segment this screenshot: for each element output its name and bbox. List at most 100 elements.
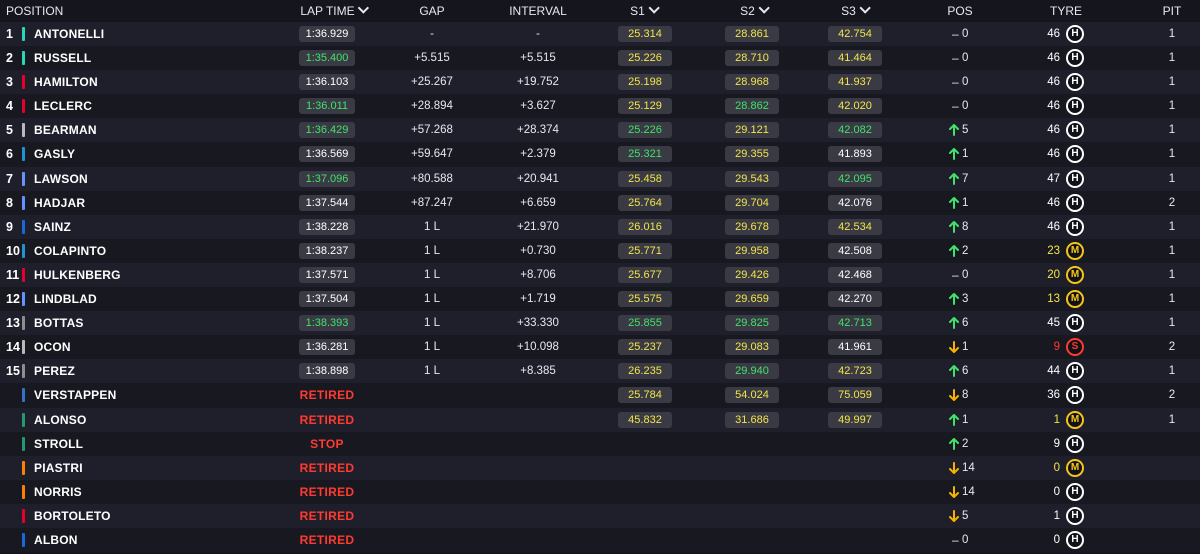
- table-row[interactable]: 4 LECLERC 1:36.011 +28.894 +3.627 25.129 28.86…: [0, 94, 1200, 119]
- driver-name[interactable]: HAMILTON: [34, 70, 98, 94]
- driver-name[interactable]: HULKENBERG: [34, 263, 121, 287]
- table-row[interactable]: STROLL STOP 2 9 H: [0, 431, 1200, 456]
- header-position[interactable]: POSITION: [6, 0, 63, 22]
- header-s1[interactable]: S1: [630, 0, 660, 22]
- arrow-down-icon: [948, 341, 960, 354]
- driver-name[interactable]: SAINZ: [34, 215, 71, 239]
- driver-name[interactable]: ANTONELLI: [34, 22, 104, 46]
- team-color-bar: [22, 243, 25, 258]
- driver-name[interactable]: BEARMAN: [34, 118, 97, 142]
- pit-stops: 1: [1168, 148, 1176, 161]
- driver-name[interactable]: BOTTAS: [34, 311, 84, 335]
- driver-name[interactable]: GASLY: [34, 142, 75, 166]
- position-change: 0: [962, 28, 969, 40]
- header-pos[interactable]: POS: [947, 0, 972, 22]
- table-row[interactable]: ALONSO RETIRED 45.832 31.686 49.997 1 1 M 1: [0, 407, 1200, 432]
- table-row[interactable]: 14 OCON 1:36.281 1 L +10.098 25.237 29.083 41.9…: [0, 335, 1200, 360]
- s1-time: 25.237: [618, 339, 672, 356]
- arrow-up-icon: [948, 148, 960, 161]
- tyre-age: 45: [1047, 317, 1060, 330]
- table-row[interactable]: ALBON RETIRED –0 0 H: [0, 527, 1200, 553]
- table-header: POSITION LAP TIME GAP INTERVAL S1 S2 S3 …: [0, 0, 1200, 22]
- driver-name[interactable]: ALONSO: [34, 408, 87, 432]
- table-row[interactable]: 2 RUSSELL 1:35.400 +5.515 +5.515 25.226 28.710…: [0, 46, 1200, 71]
- tyre-hard-icon: H: [1066, 169, 1084, 188]
- header-gap[interactable]: GAP: [419, 0, 444, 22]
- team-color-bar: [22, 51, 25, 66]
- table-row[interactable]: VERSTAPPEN RETIRED 25.784 54.024 75.059 8 36 H 2: [0, 383, 1200, 408]
- driver-name[interactable]: ALBON: [34, 528, 78, 552]
- header-interval[interactable]: INTERVAL: [509, 0, 567, 22]
- driver-name[interactable]: LINDBLAD: [34, 287, 97, 311]
- table-row[interactable]: 3 HAMILTON 1:36.103 +25.267 +19.752 25.198 28.…: [0, 70, 1200, 95]
- driver-name[interactable]: STROLL: [34, 432, 83, 456]
- position-number: 10: [6, 243, 20, 258]
- s2-time: 29.678: [725, 218, 779, 235]
- s3-time: 42.508: [828, 242, 882, 259]
- pit-stops: 1: [1168, 365, 1176, 378]
- driver-name[interactable]: NORRIS: [34, 480, 82, 504]
- table-row[interactable]: 12 LINDBLAD 1:37.504 1 L +1.719 25.575 29.659 4…: [0, 287, 1200, 312]
- arrow-up-icon: [948, 124, 960, 137]
- header-pit[interactable]: PIT: [1163, 0, 1182, 22]
- interval-value: +20.941: [517, 172, 559, 185]
- lap-time: 1:38.393: [299, 315, 355, 332]
- team-color-bar: [22, 99, 25, 114]
- table-row[interactable]: 10 COLAPINTO 1:38.237 1 L +0.730 25.771 29.958…: [0, 238, 1200, 263]
- header-tyre[interactable]: TYRE: [1050, 0, 1082, 22]
- lap-time: 1:38.237: [299, 242, 355, 259]
- tyre-hard-icon: H: [1066, 386, 1084, 405]
- driver-name[interactable]: PIASTRI: [34, 456, 83, 480]
- arrow-down-icon: [948, 389, 960, 402]
- driver-name[interactable]: VERSTAPPEN: [34, 383, 116, 407]
- status-label: RETIRED: [299, 508, 355, 523]
- driver-name[interactable]: BORTOLETO: [34, 504, 111, 528]
- driver-name[interactable]: RUSSELL: [34, 46, 91, 70]
- tyre-hard-icon: H: [1066, 217, 1084, 236]
- driver-name[interactable]: HADJAR: [34, 191, 85, 215]
- tyre-age: 36: [1047, 389, 1060, 402]
- table-row[interactable]: 6 GASLY 1:36.569 +59.647 +2.379 25.321 29.355 4…: [0, 142, 1200, 167]
- tyre-age: 1: [1053, 413, 1060, 426]
- driver-name[interactable]: COLAPINTO: [34, 239, 106, 263]
- position-change: 0: [962, 100, 969, 113]
- table-row[interactable]: BORTOLETO RETIRED 5 1 H: [0, 503, 1200, 528]
- table-row[interactable]: 5 BEARMAN 1:36.429 +57.268 +28.374 25.226 29.1…: [0, 118, 1200, 143]
- pit-stops: 1: [1168, 28, 1176, 40]
- table-row[interactable]: 15 PEREZ 1:38.898 1 L +8.385 26.235 29.940 42.7…: [0, 359, 1200, 384]
- gap-value: 1 L: [424, 317, 440, 330]
- driver-name[interactable]: PEREZ: [34, 359, 75, 383]
- table-row[interactable]: 9 SAINZ 1:38.228 1 L +21.970 26.016 29.678 42.5…: [0, 214, 1200, 239]
- s1-time: 45.832: [618, 411, 672, 428]
- driver-name[interactable]: LAWSON: [34, 167, 88, 191]
- table-row[interactable]: 1 ANTONELLI 1:36.929 - - 25.314 28.861 42.754 –0…: [0, 22, 1200, 47]
- position-number: 12: [6, 292, 20, 307]
- position-change: 1: [962, 148, 969, 161]
- team-color-bar: [22, 316, 25, 331]
- table-row[interactable]: 11 HULKENBERG 1:37.571 1 L +8.706 25.677 29.42…: [0, 262, 1200, 288]
- tyre-hard-icon: H: [1066, 314, 1084, 333]
- driver-name[interactable]: LECLERC: [34, 94, 92, 118]
- header-lap-time[interactable]: LAP TIME: [300, 0, 370, 22]
- table-row[interactable]: 7 LAWSON 1:37.096 +80.588 +20.941 25.458 29.54…: [0, 166, 1200, 191]
- position-change: 14: [962, 461, 975, 474]
- arrow-up-icon: [948, 244, 960, 257]
- gap-value: +28.894: [411, 100, 453, 113]
- arrow-down-icon: [948, 485, 960, 498]
- driver-name[interactable]: OCON: [34, 335, 71, 359]
- table-row[interactable]: PIASTRI RETIRED 14 0 M: [0, 455, 1200, 480]
- table-row[interactable]: NORRIS RETIRED 14 0 H: [0, 479, 1200, 504]
- s2-time: 29.940: [725, 363, 779, 380]
- header-s2[interactable]: S2: [740, 0, 770, 22]
- table-row[interactable]: 8 HADJAR 1:37.544 +87.247 +6.659 25.764 29.704…: [0, 190, 1200, 215]
- s1-time: 25.855: [618, 315, 672, 332]
- header-s3[interactable]: S3: [841, 0, 871, 22]
- status-label: RETIRED: [299, 532, 355, 547]
- position-change: 0: [962, 533, 969, 546]
- tyre-age: 20: [1047, 268, 1060, 281]
- arrow-down-icon: [948, 509, 960, 522]
- table-row[interactable]: 13 BOTTAS 1:38.393 1 L +33.330 25.855 29.825 42…: [0, 311, 1200, 336]
- status-label: RETIRED: [299, 460, 355, 475]
- s2-time: 29.704: [725, 194, 779, 211]
- s3-time: 42.713: [828, 315, 882, 332]
